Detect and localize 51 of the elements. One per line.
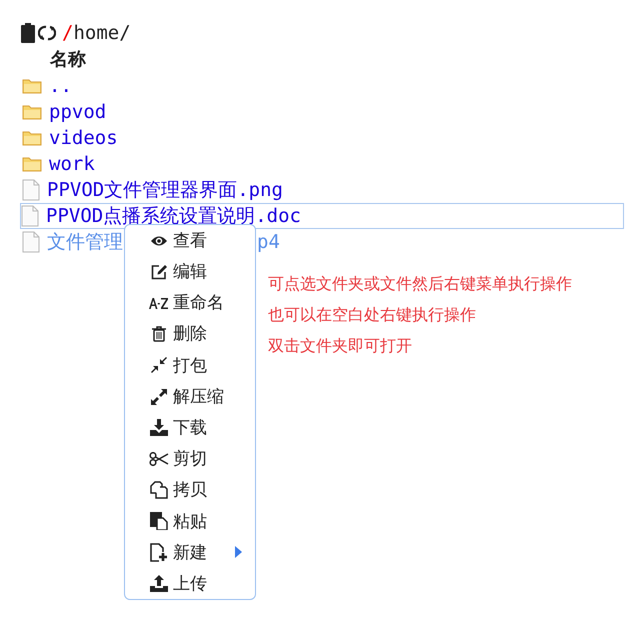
trash-icon: [152, 326, 166, 342]
hint-text: 双击文件夹即可打开: [268, 336, 413, 357]
hint-text: 可点选文件夹或文件然后右键菜单执行操作: [268, 274, 572, 295]
refresh-icon[interactable]: [38, 24, 56, 42]
file-name: PPVOD点播系统设置说明.doc: [46, 204, 301, 229]
folder-icon: [22, 130, 42, 146]
path-separator: /: [62, 24, 74, 42]
file-icon: [21, 205, 39, 227]
menu-item[interactable]: 粘贴: [173, 508, 207, 534]
file-name: ..: [49, 74, 72, 99]
scissors-icon: [149, 452, 169, 466]
folder-icon: [22, 104, 42, 120]
file-row[interactable]: ..: [21, 73, 73, 99]
column-header: 名称: [50, 48, 86, 72]
upload-icon: [150, 575, 168, 592]
edit-icon: [151, 264, 167, 280]
folder-icon: [22, 156, 42, 172]
file-row[interactable]: ppvod: [21, 99, 108, 125]
menu-item[interactable]: 新建: [173, 540, 207, 566]
clipboard-icon[interactable]: [21, 23, 35, 43]
current-path: home/: [73, 24, 131, 42]
menu-item[interactable]: 上传: [173, 570, 207, 596]
menu-item[interactable]: 剪切: [173, 446, 207, 472]
eye-icon: [150, 234, 168, 247]
file-name: work: [49, 152, 95, 177]
menu-item[interactable]: 查看: [173, 228, 207, 254]
sort-alpha-icon: [149, 296, 169, 309]
expand-icon: [151, 388, 167, 405]
hint-text: 也可以在空白处右键执行操作: [268, 306, 477, 326]
compress-icon: [151, 357, 167, 374]
menu-item[interactable]: 下载: [173, 414, 207, 440]
file-icon: [22, 179, 40, 201]
menu-item[interactable]: 编辑: [173, 259, 207, 285]
menu-item[interactable]: 重命名: [173, 290, 224, 316]
paste-icon: [150, 512, 168, 530]
menu-item[interactable]: 删除: [173, 321, 207, 347]
file-row[interactable]: videos: [21, 125, 119, 151]
menu-item[interactable]: 解压缩: [173, 384, 224, 410]
menu-item[interactable]: 拷贝: [173, 477, 207, 503]
file-name: ppvod: [49, 100, 106, 125]
menu-item[interactable]: 打包: [173, 352, 207, 378]
file-name: 文件管理: [47, 230, 123, 255]
file-icon: [22, 231, 40, 253]
file-name: p4: [257, 230, 280, 254]
copy-icon: [150, 481, 168, 500]
new-file-icon: [150, 542, 168, 562]
file-row[interactable]: work: [21, 151, 96, 177]
folder-icon: [22, 78, 42, 94]
file-name: videos: [49, 126, 118, 151]
download-icon: [150, 419, 168, 436]
file-row[interactable]: PPVOD点播系统设置说明.doc: [20, 203, 624, 229]
